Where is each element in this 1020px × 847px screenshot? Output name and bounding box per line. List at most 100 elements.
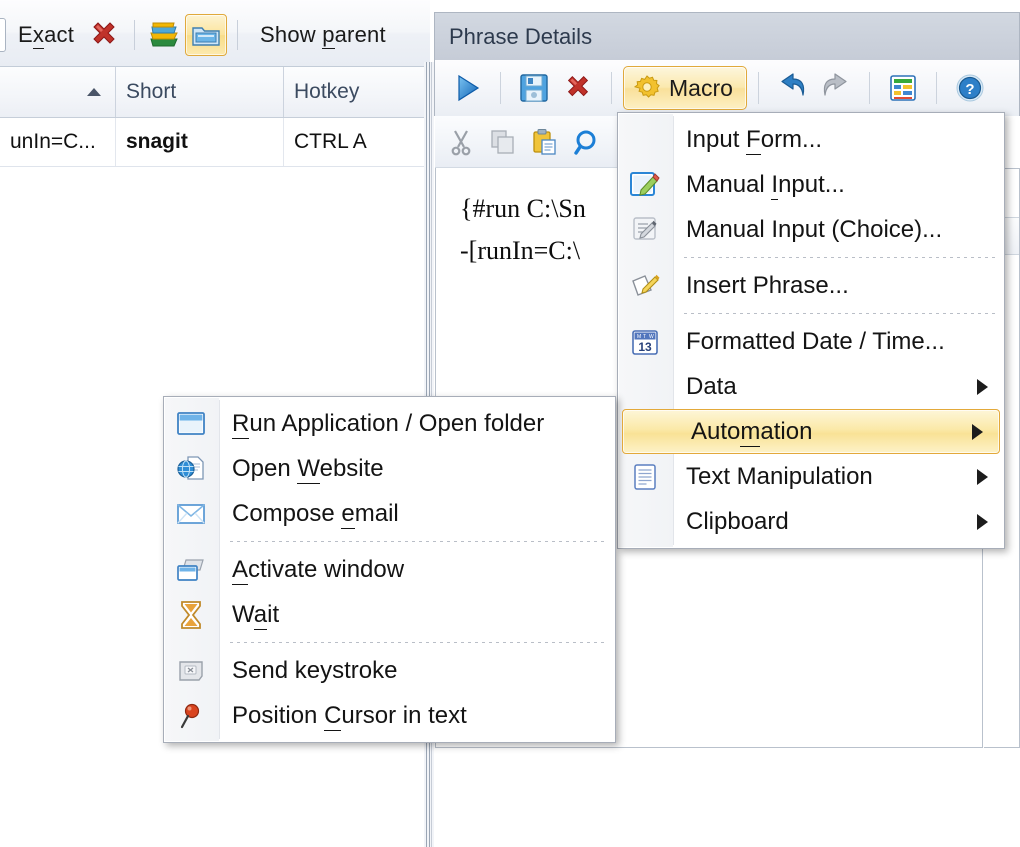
- window-icon: [164, 401, 218, 446]
- menu-item-no-icon: [618, 499, 672, 544]
- grid-header-abbreviation[interactable]: [0, 67, 116, 117]
- menu-item-label: Run Application / Open folder: [232, 409, 545, 439]
- toolbar-separator: [134, 20, 136, 50]
- delete-icon[interactable]: [556, 66, 600, 110]
- gear-icon: [633, 74, 661, 102]
- menu-item-clipboard[interactable]: Clipboard: [618, 499, 1004, 544]
- manual-input-choice-icon: [618, 207, 672, 252]
- menu-item-no-icon: [618, 364, 672, 409]
- search-icon[interactable]: [573, 128, 601, 156]
- menu-item-no-icon: [623, 409, 677, 454]
- svg-text:?: ?: [965, 81, 974, 98]
- toolbar-separator: [757, 72, 759, 104]
- hourglass-icon: [164, 592, 218, 637]
- menu-separator: [230, 642, 607, 643]
- menu-item-label: Clipboard: [686, 507, 789, 535]
- grid-header-row: Short Hotkey: [0, 67, 430, 118]
- menu-item-label: Send keystroke: [232, 656, 398, 684]
- menu-item-run-application[interactable]: Run Application / Open folder: [164, 401, 615, 446]
- menu-item-label: Activate window: [232, 555, 405, 585]
- text-manipulation-icon: [618, 454, 672, 499]
- run-icon[interactable]: [445, 66, 489, 110]
- menu-item-label: Formatted Date / Time...: [686, 327, 945, 355]
- menu-item-open-website[interactable]: Open Website: [164, 446, 615, 491]
- menu-item-label: Position Cursor in text: [232, 701, 467, 731]
- insert-phrase-icon: [618, 263, 672, 308]
- macro-button-label: Macro: [669, 74, 733, 101]
- menu-item-position-cursor[interactable]: Position Cursor in text: [164, 693, 615, 738]
- menu-item-label: Data: [686, 372, 737, 400]
- toolbar-edge-stub: [0, 18, 6, 52]
- menu-item-data[interactable]: Data: [618, 364, 1004, 409]
- svg-text:13: 13: [638, 340, 652, 354]
- grid-header-hotkey[interactable]: Hotkey: [284, 67, 430, 117]
- left-toolbar: Exact Show parent: [0, 0, 430, 67]
- submenu-arrow-icon: [972, 423, 983, 440]
- copy-icon[interactable]: [489, 128, 517, 156]
- menu-item-label: Manual Input...: [686, 170, 845, 200]
- help-icon[interactable]: ?: [948, 66, 992, 110]
- menu-item-manual-input-choice[interactable]: Manual Input (Choice)...: [618, 207, 1004, 252]
- manual-input-icon: [618, 162, 672, 207]
- show-folder-icon[interactable]: [185, 14, 228, 56]
- toolbar-separator: [935, 72, 937, 104]
- menu-item-label: Automation: [691, 417, 813, 447]
- grid-header-short[interactable]: Short: [116, 67, 284, 117]
- paste-icon[interactable]: [531, 128, 559, 156]
- undo-icon[interactable]: [770, 66, 814, 110]
- menu-item-formatted-date-time[interactable]: MTW 13 Formatted Date / Time...: [618, 319, 1004, 364]
- folders-icon[interactable]: [145, 15, 185, 55]
- menu-separator: [684, 313, 996, 314]
- calendar-icon: MTW 13: [618, 319, 672, 364]
- toolbar-separator: [868, 72, 870, 104]
- menu-item-no-icon: [618, 117, 672, 162]
- submenu-arrow-icon: [977, 468, 988, 485]
- menu-item-wait[interactable]: Wait: [164, 592, 615, 637]
- table-icon[interactable]: [881, 66, 925, 110]
- editor-toolbar: [435, 116, 617, 168]
- menu-item-label: Compose email: [232, 499, 399, 529]
- show-parent-button[interactable]: Show parent: [260, 22, 386, 49]
- macro-button[interactable]: Macro: [623, 66, 747, 110]
- menu-item-label: Input Form...: [686, 125, 823, 155]
- menu-item-send-keystroke[interactable]: Send keystroke: [164, 648, 615, 693]
- menu-item-label: Text Manipulation: [686, 462, 873, 490]
- sort-ascending-icon: [87, 88, 101, 96]
- activate-window-icon: [164, 547, 218, 592]
- cell-hotkey: CTRL A: [294, 130, 367, 153]
- menu-item-compose-email[interactable]: Compose email: [164, 491, 615, 536]
- globe-page-icon: [164, 446, 218, 491]
- toolbar-separator: [611, 72, 612, 104]
- menu-item-activate-window[interactable]: Activate window: [164, 547, 615, 592]
- submenu-arrow-icon: [977, 378, 988, 395]
- macro-dropdown-menu: Input Form... Manual Input... Manual Inp…: [617, 112, 1005, 549]
- phrase-details-titlebar: Phrase Details: [434, 12, 1020, 60]
- save-icon[interactable]: [512, 66, 556, 110]
- submenu-arrow-icon: [977, 513, 988, 530]
- menu-item-automation[interactable]: Automation: [622, 409, 1000, 454]
- menu-item-manual-input[interactable]: Manual Input...: [618, 162, 1004, 207]
- redo-icon: [814, 66, 858, 110]
- exact-toggle-label[interactable]: Exact: [18, 22, 74, 49]
- pin-icon: [164, 693, 218, 738]
- envelope-icon: [164, 491, 218, 536]
- phrase-details-toolbar: Macro ?: [434, 60, 1020, 116]
- delete-icon[interactable]: [84, 15, 124, 55]
- toolbar-separator: [500, 72, 501, 104]
- cell-abbreviation: unIn=C...: [0, 118, 116, 166]
- menu-item-label: Open Website: [232, 454, 384, 484]
- menu-item-text-manipulation[interactable]: Text Manipulation: [618, 454, 1004, 499]
- menu-item-insert-phrase[interactable]: Insert Phrase...: [618, 263, 1004, 308]
- menu-item-label: Insert Phrase...: [686, 271, 849, 299]
- menu-separator: [230, 541, 607, 542]
- menu-item-label: Wait: [232, 600, 280, 630]
- keyboard-key-icon: [164, 648, 218, 693]
- menu-item-input-form[interactable]: Input Form...: [618, 117, 1004, 162]
- cut-icon[interactable]: [447, 128, 475, 156]
- menu-separator: [684, 257, 996, 258]
- page-title: Phrase Details: [449, 23, 593, 49]
- automation-submenu: Run Application / Open folder Open Websi…: [163, 396, 616, 743]
- table-row[interactable]: unIn=C... snagit CTRL A: [0, 118, 430, 167]
- application-window: Exact Show parent Short Hotkey unIn=C...…: [0, 0, 1020, 847]
- cell-short: snagit: [116, 118, 284, 166]
